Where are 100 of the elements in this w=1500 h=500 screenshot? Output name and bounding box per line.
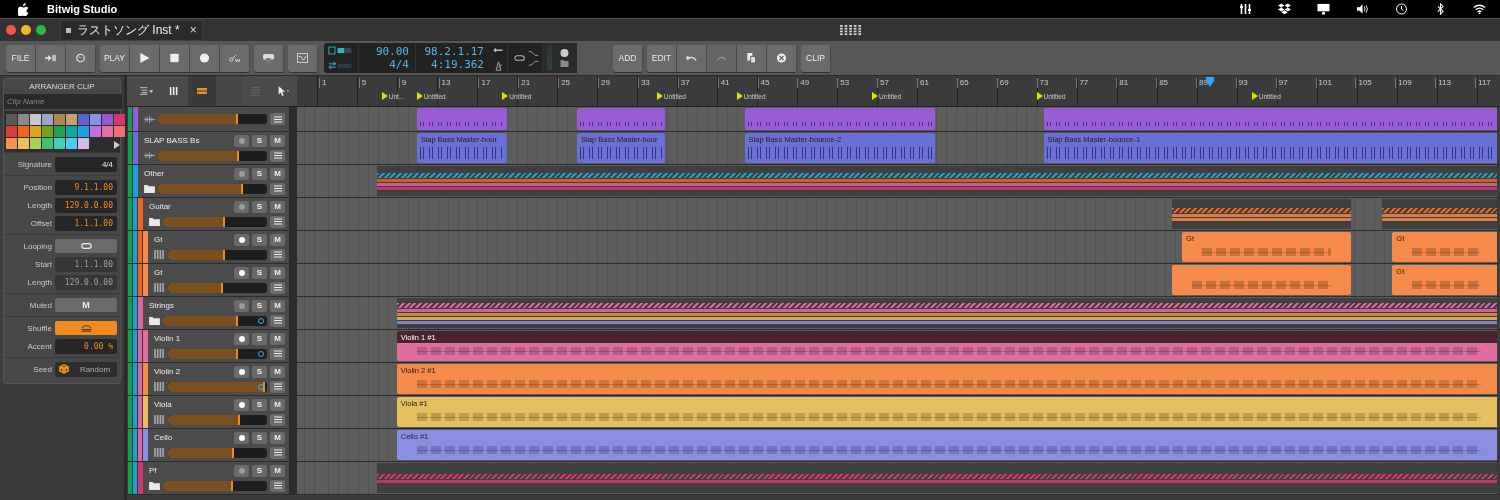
track-header[interactable]: Strings S M — [143, 297, 297, 329]
automation-view-button[interactable] — [288, 44, 318, 72]
fade-in-icon[interactable] — [528, 48, 539, 58]
dice-icon[interactable] — [59, 364, 69, 374]
color-swatch[interactable] — [30, 126, 41, 137]
track-header[interactable]: Cello S M — [148, 429, 297, 461]
mute-button[interactable]: M — [270, 464, 285, 477]
color-swatch[interactable] — [114, 126, 125, 137]
color-swatch[interactable] — [90, 114, 101, 125]
track-header[interactable]: Gt S M — [148, 264, 297, 296]
accent-field[interactable]: 0.00 % — [55, 338, 117, 354]
track-header[interactable]: Violin 2 S M — [148, 363, 297, 395]
duplicate-button[interactable] — [737, 44, 767, 72]
group-summary-clip[interactable] — [396, 298, 1497, 328]
color-swatch[interactable] — [42, 114, 53, 125]
color-swatch[interactable] — [102, 114, 113, 125]
record-arm-button[interactable] — [234, 398, 249, 411]
time-field[interactable]: 1.1.1.00 — [55, 215, 117, 231]
color-swatch[interactable] — [114, 114, 125, 125]
audio-clip[interactable] — [1043, 108, 1497, 130]
time-field[interactable]: 129.0.0.00 — [55, 197, 117, 213]
volume-icon[interactable] — [1356, 3, 1369, 15]
record-arm-button[interactable] — [234, 266, 249, 279]
wifi-icon[interactable] — [1473, 3, 1486, 15]
clip-button[interactable]: CLIP — [801, 44, 831, 72]
solo-button[interactable]: S — [252, 233, 267, 246]
mute-button[interactable]: M — [270, 299, 285, 312]
time-field[interactable]: 9.1.1.00 — [55, 179, 117, 195]
audio-clip[interactable] — [744, 108, 935, 130]
group-summary-clip[interactable] — [376, 166, 1497, 196]
undo-button[interactable] — [677, 44, 707, 72]
record-arm-button[interactable] — [234, 332, 249, 345]
color-swatch[interactable] — [66, 138, 77, 149]
track-menu-button[interactable] — [270, 215, 285, 228]
apple-icon[interactable] — [18, 2, 29, 16]
record-button[interactable] — [190, 44, 220, 72]
color-swatch[interactable] — [90, 126, 101, 137]
volume-fader[interactable] — [158, 114, 267, 124]
color-swatch[interactable] — [18, 114, 29, 125]
mute-button[interactable]: M — [270, 200, 285, 213]
color-swatch[interactable] — [6, 138, 17, 149]
track-menu-button[interactable] — [270, 446, 285, 459]
track-menu-button[interactable] — [270, 314, 285, 327]
mute-button[interactable]: M — [270, 167, 285, 180]
display-icon[interactable] — [1317, 3, 1330, 15]
track-menu-button[interactable] — [270, 347, 285, 360]
shuffle-toggle[interactable] — [55, 321, 117, 335]
beat-position-value[interactable]: 98.2.1.17 — [424, 45, 484, 58]
mixer-icon[interactable] — [1239, 3, 1252, 15]
solo-button[interactable]: S — [252, 365, 267, 378]
color-swatch[interactable] — [42, 126, 53, 137]
track-menu-button[interactable] — [270, 380, 285, 393]
time-signature-value[interactable]: 4/4 — [389, 58, 409, 71]
scroll-right-icon[interactable] — [114, 141, 120, 149]
solo-button[interactable]: S — [252, 200, 267, 213]
track-menu-button[interactable] — [270, 281, 285, 294]
color-swatch[interactable] — [6, 126, 17, 137]
color-swatch[interactable] — [18, 138, 29, 149]
seed-value[interactable]: Random — [73, 364, 117, 374]
stop-button[interactable] — [160, 44, 190, 72]
color-swatch[interactable] — [18, 126, 29, 137]
audio-clip[interactable] — [577, 108, 665, 130]
track-header[interactable]: Guitar S M — [143, 198, 297, 230]
color-swatch[interactable] — [78, 114, 89, 125]
track-header[interactable]: Other S M — [138, 165, 297, 197]
color-swatch[interactable] — [30, 114, 41, 125]
record-arm-button[interactable] — [234, 431, 249, 444]
color-swatch[interactable] — [30, 138, 41, 149]
color-swatch[interactable] — [6, 114, 17, 125]
track-header[interactable]: Viola S M — [148, 396, 297, 428]
track-menu-button[interactable] — [270, 479, 285, 492]
track-menu-button[interactable] — [270, 182, 285, 195]
dot-grid-icon[interactable] — [840, 24, 863, 36]
group-summary-clip[interactable] — [1382, 199, 1497, 229]
close-window-button[interactable] — [6, 25, 16, 35]
automation-write-button[interactable] — [220, 44, 250, 72]
mute-button[interactable]: M — [270, 398, 285, 411]
mute-toggle[interactable]: M — [55, 298, 117, 312]
color-swatch[interactable] — [66, 126, 77, 137]
track-menu-button[interactable] — [270, 113, 285, 125]
list-menu-icon[interactable] — [140, 86, 154, 96]
folder-icon[interactable] — [559, 58, 570, 68]
mute-button[interactable]: M — [270, 431, 285, 444]
metronome-icon[interactable] — [493, 60, 504, 71]
minimize-window-button[interactable] — [21, 25, 31, 35]
record-arm-button[interactable] — [234, 233, 249, 246]
color-swatch[interactable] — [78, 138, 89, 149]
delete-button[interactable] — [767, 44, 797, 72]
add-button[interactable]: ADD — [613, 44, 643, 72]
import-button[interactable] — [36, 44, 66, 72]
note-clip[interactable] — [1172, 265, 1352, 295]
fade-out-icon[interactable] — [528, 58, 539, 68]
dial-button[interactable] — [66, 44, 96, 72]
overdub-button[interactable] — [254, 44, 284, 72]
color-swatch[interactable] — [54, 114, 65, 125]
zoom-window-button[interactable] — [36, 25, 46, 35]
solo-button[interactable]: S — [252, 299, 267, 312]
box-stack-icon[interactable] — [1278, 3, 1291, 15]
color-swatch[interactable] — [66, 114, 77, 125]
dot-icon[interactable] — [559, 48, 570, 58]
